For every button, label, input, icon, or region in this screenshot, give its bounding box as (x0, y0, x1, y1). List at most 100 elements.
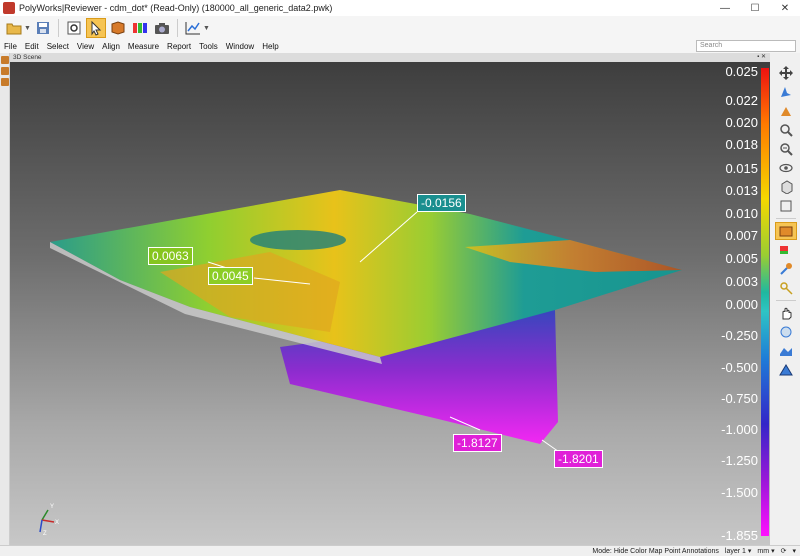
surface-icon[interactable] (775, 342, 797, 360)
menu-window[interactable]: Window (222, 42, 258, 51)
menu-align[interactable]: Align (98, 42, 124, 51)
scene-shape (39, 519, 43, 533)
layer-select[interactable]: layer 1 ▾ (724, 547, 752, 556)
status-mode: Mode: Hide Color Map Point Annotations (592, 547, 719, 555)
menu-measure[interactable]: Measure (124, 42, 163, 51)
toolbar-divider (176, 19, 178, 37)
maximize-button[interactable]: ☐ (740, 0, 770, 16)
scene-shape (250, 230, 346, 250)
move-icon[interactable] (775, 64, 797, 82)
color-scale-bar (761, 68, 769, 536)
options-icon[interactable] (64, 18, 84, 38)
scale-label: 0.020 (725, 115, 758, 130)
annotation-icon[interactable] (775, 241, 797, 259)
chart-icon[interactable] (183, 18, 203, 38)
scale-label: 0.005 (725, 251, 758, 266)
color-map-icon[interactable] (130, 18, 150, 38)
menu-report[interactable]: Report (163, 42, 195, 51)
rotate-icon[interactable] (775, 83, 797, 101)
save-icon[interactable] (33, 18, 53, 38)
search-input[interactable]: Search (696, 40, 796, 52)
scene-header: 3D Scene ▪ ✕ (10, 53, 770, 62)
scale-label: 0.000 (725, 297, 758, 312)
sequence-tab-icon[interactable] (1, 78, 9, 86)
menu-tools[interactable]: Tools (195, 42, 222, 51)
chevron-down-icon[interactable]: ▾ (792, 547, 796, 555)
scale-label: -0.250 (721, 328, 758, 343)
probe-icon[interactable] (775, 260, 797, 278)
chevron-down-icon: ▾ (747, 548, 752, 555)
menu-view[interactable]: View (73, 42, 98, 51)
view-cube-icon[interactable] (775, 178, 797, 196)
hand-icon[interactable] (775, 304, 797, 322)
axis-z-label: Z (43, 531, 47, 537)
deviation-icon[interactable] (775, 361, 797, 379)
scene-shape (41, 509, 49, 521)
scale-label: 0.013 (725, 183, 758, 198)
scale-label: -1.000 (721, 422, 758, 437)
scale-label: -0.500 (721, 360, 758, 375)
zoom-fit-icon[interactable] (775, 140, 797, 158)
eye-icon[interactable] (775, 159, 797, 177)
cross-section-icon[interactable] (775, 323, 797, 341)
scene-shape (50, 190, 682, 357)
title-bar: PolyWorks|Reviewer - cdm_dot* (Read-Only… (0, 0, 800, 16)
tree-tab-icon[interactable] (1, 56, 9, 64)
refresh-icon[interactable]: ⟳ (781, 547, 787, 555)
callout-annotation[interactable]: 0.0045 (208, 267, 253, 285)
chevron-down-icon: ▾ (771, 548, 775, 555)
axis-x-label: X (55, 520, 59, 526)
color-map-display-icon[interactable] (775, 222, 797, 240)
standard-view-icon[interactable] (775, 197, 797, 215)
menu-file[interactable]: File (0, 42, 21, 51)
properties-tab-icon[interactable] (1, 67, 9, 75)
menu-bar: File Edit Select View Align Measure Repo… (0, 40, 800, 53)
scale-label: 0.003 (725, 274, 758, 289)
toolbar-divider (776, 218, 796, 219)
app-icon (3, 2, 15, 14)
scale-label: -0.750 (721, 391, 758, 406)
scene-title: 3D Scene (13, 54, 42, 61)
scale-label: 0.010 (725, 206, 758, 221)
point-cloud-render: Y X Z (39, 190, 682, 537)
layer-value: layer 1 (724, 547, 746, 555)
zoom-icon[interactable] (775, 121, 797, 139)
scale-label: -1.250 (721, 453, 758, 468)
main-toolbar: ▼ ▼ (0, 16, 800, 40)
right-toolbar (772, 62, 800, 545)
key-icon[interactable] (775, 279, 797, 297)
toolbar-divider (776, 300, 796, 301)
toolbar-divider (57, 19, 59, 37)
scale-label: 0.022 (725, 93, 758, 108)
scale-label: 0.018 (725, 137, 758, 152)
left-dock-tabs (0, 53, 10, 545)
chevron-down-icon[interactable]: ▼ (24, 25, 31, 32)
unit-value: mm (757, 547, 770, 555)
translate-icon[interactable] (775, 102, 797, 120)
callout-annotation[interactable]: -0.0156 (417, 194, 466, 212)
pointer-mode-icon[interactable] (85, 18, 106, 38)
scale-label: 0.007 (725, 228, 758, 243)
scale-label: 0.025 (725, 64, 758, 79)
object-display-icon[interactable] (108, 18, 128, 38)
camera-icon[interactable] (152, 18, 172, 38)
chevron-down-icon[interactable]: ▼ (203, 25, 210, 32)
menu-edit[interactable]: Edit (21, 42, 43, 51)
scale-label: -1.855 (721, 528, 758, 543)
axis-y-label: Y (50, 504, 54, 510)
minimize-button[interactable]: — (710, 0, 740, 16)
open-file-icon[interactable] (4, 18, 24, 38)
callout-annotation[interactable]: -1.8201 (554, 450, 603, 468)
3d-scene-viewport[interactable]: Y X Z -0.0156 0.0063 0.0045 -1.8127 -1.8… (10, 62, 770, 545)
menu-help[interactable]: Help (258, 42, 282, 51)
scene-shape (41, 519, 55, 523)
status-bar: Mode: Hide Color Map Point Annotations l… (0, 545, 800, 556)
callout-annotation[interactable]: 0.0063 (148, 247, 193, 265)
callout-annotation[interactable]: -1.8127 (453, 434, 502, 452)
menu-select[interactable]: Select (43, 42, 73, 51)
pin-icon[interactable]: ▪ ✕ (757, 53, 766, 62)
scale-label: -1.500 (721, 485, 758, 500)
window-title: PolyWorks|Reviewer - cdm_dot* (Read-Only… (19, 3, 333, 13)
close-button[interactable]: ✕ (770, 0, 800, 16)
unit-select[interactable]: mm ▾ (757, 547, 775, 556)
